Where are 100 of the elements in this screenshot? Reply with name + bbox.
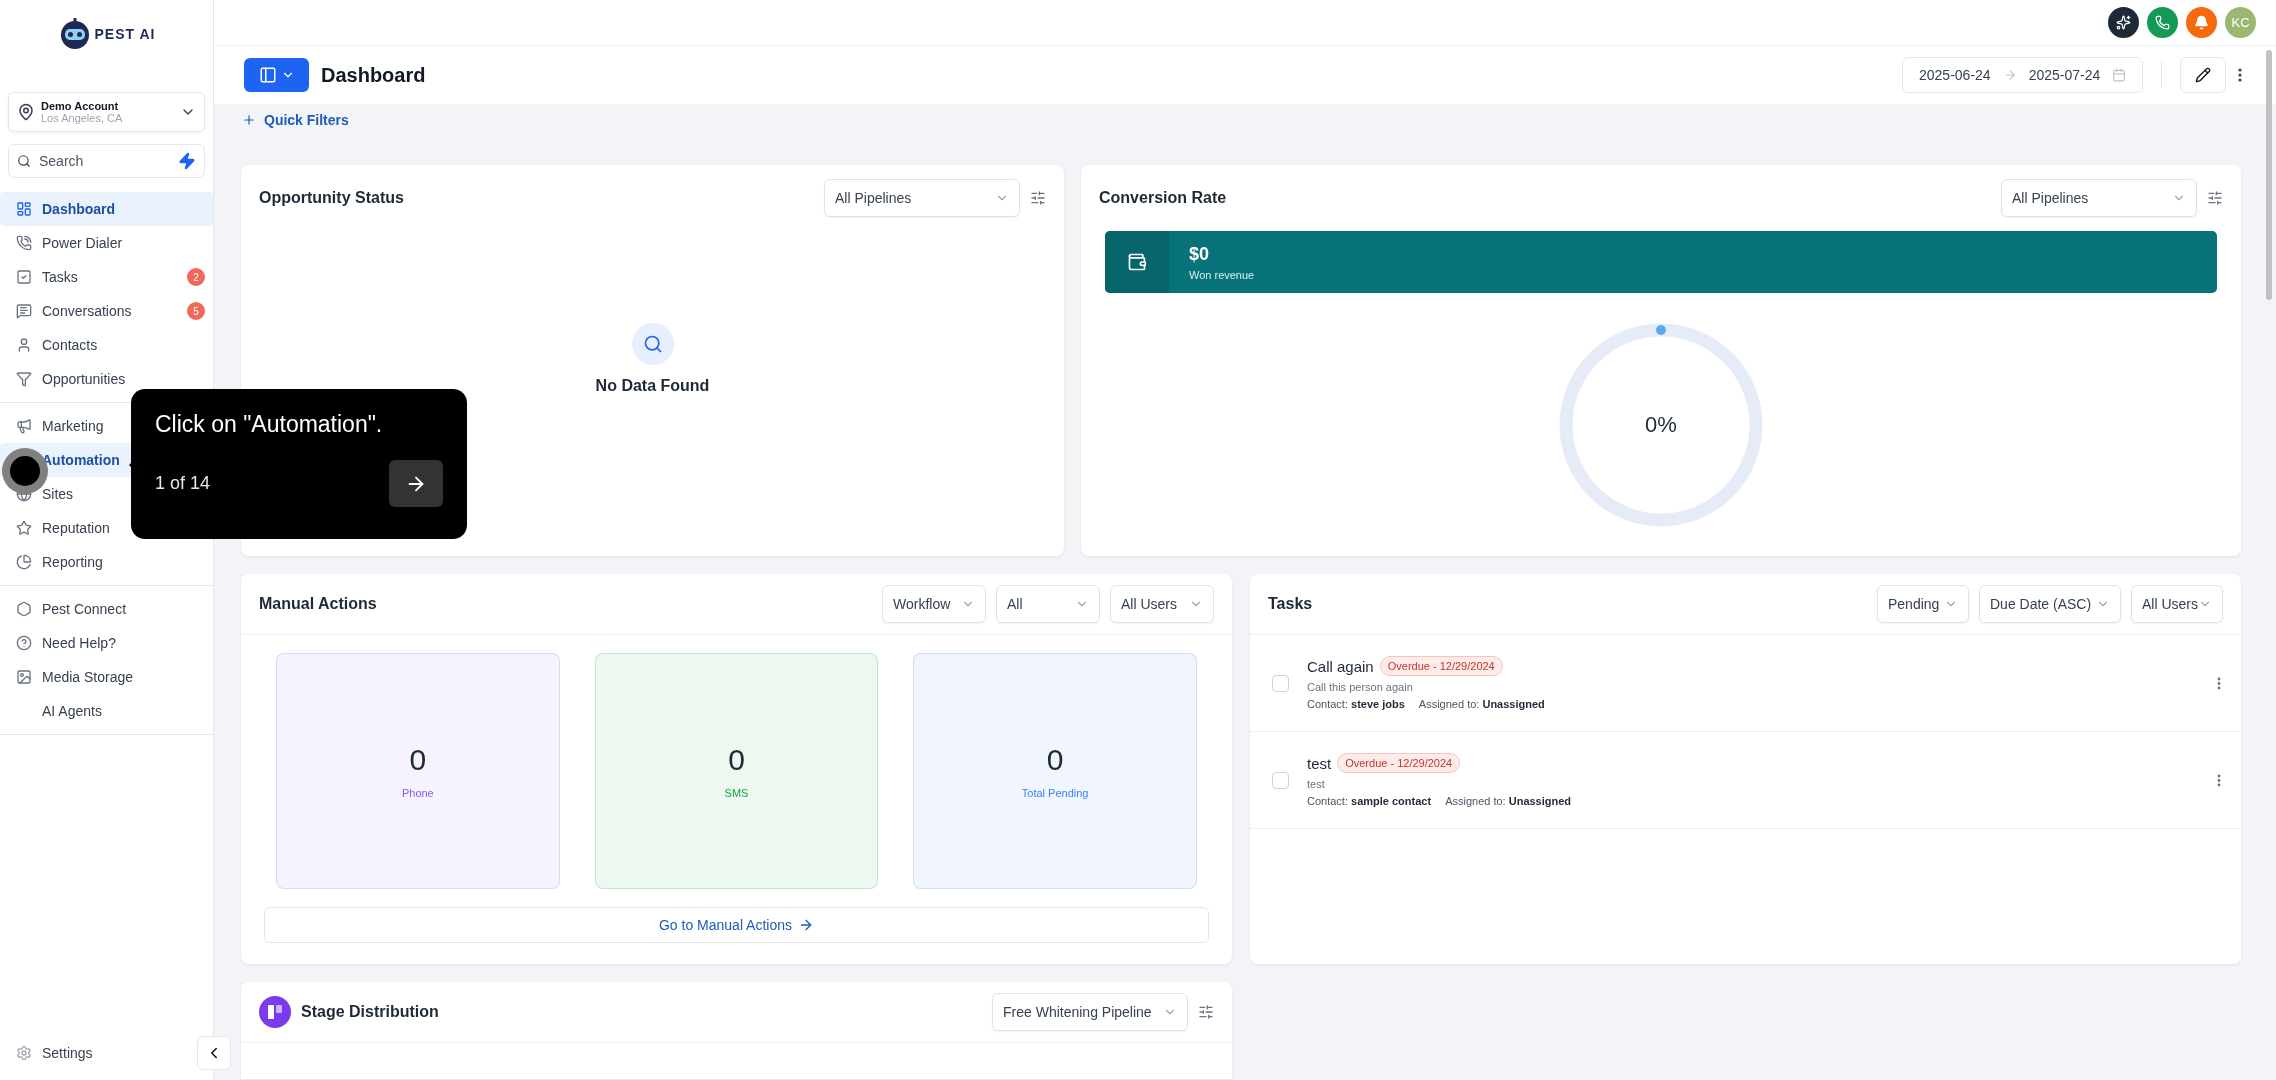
count-badge: 2 bbox=[187, 268, 205, 286]
wallet-icon bbox=[1105, 231, 1169, 293]
card-title: Tasks bbox=[1268, 595, 1314, 613]
page-title: Dashboard bbox=[321, 63, 427, 87]
stat-label: Phone bbox=[401, 787, 434, 799]
sparkle-button[interactable] bbox=[2108, 7, 2139, 38]
tour-message: Click on "Automation". bbox=[155, 411, 384, 438]
help-icon bbox=[16, 635, 32, 651]
empty-message: No Data Found bbox=[595, 376, 710, 395]
nav-item[interactable]: Contacts bbox=[0, 328, 213, 362]
scrollbar-thumb[interactable] bbox=[2266, 50, 2272, 300]
nav-item[interactable]: Conversations 5 bbox=[0, 294, 213, 328]
task-title: test bbox=[1307, 754, 1332, 772]
kebab-icon bbox=[2217, 676, 2221, 690]
image-icon bbox=[16, 669, 32, 685]
layout-icon bbox=[258, 66, 277, 84]
arrow-icon bbox=[2002, 68, 2017, 82]
dropdown[interactable]: All Users bbox=[2131, 585, 2223, 623]
nav-item[interactable]: Settings bbox=[0, 1036, 101, 1070]
sparkle-icon bbox=[2116, 15, 2131, 30]
dropdown[interactable]: All Users bbox=[1110, 585, 1214, 623]
dropdown[interactable]: All Pipelines bbox=[824, 179, 1020, 217]
account-switcher[interactable]: Demo Account Los Angeles, CA bbox=[8, 92, 205, 132]
kebab-icon bbox=[2217, 773, 2221, 787]
stat-value: 0 bbox=[728, 743, 745, 777]
location-pin-icon bbox=[17, 103, 35, 121]
task-description: Call this person again bbox=[1307, 681, 1414, 693]
nav-item[interactable]: Reporting bbox=[0, 545, 213, 579]
task-description: test bbox=[1307, 778, 1326, 790]
nav-item[interactable]: Pest Connect bbox=[0, 592, 213, 626]
board-icon bbox=[259, 996, 291, 1028]
card-title: Manual Actions bbox=[259, 595, 378, 613]
phone-icon bbox=[16, 235, 32, 251]
nav-item[interactable]: Reputation bbox=[0, 511, 213, 545]
nav-item[interactable]: Tasks 2 bbox=[0, 260, 213, 294]
brand-name: PEST AI bbox=[94, 26, 156, 42]
layout-button[interactable] bbox=[244, 58, 309, 92]
hexagon-icon bbox=[16, 601, 32, 617]
phone-button[interactable] bbox=[2147, 7, 2178, 38]
search-field[interactable]: Search bbox=[8, 144, 205, 178]
task-menu-button[interactable] bbox=[2217, 676, 2221, 690]
task-checkbox[interactable] bbox=[1272, 674, 1289, 692]
stat-value: 0 bbox=[1046, 743, 1064, 777]
pencil-icon bbox=[2195, 67, 2211, 83]
task-contact: Contact: sample contact bbox=[1307, 795, 1432, 807]
pie-chart-icon bbox=[16, 554, 32, 570]
dropdown[interactable]: All Pipelines bbox=[2001, 179, 2197, 217]
kebab-icon bbox=[2238, 68, 2242, 82]
person-icon bbox=[16, 337, 32, 353]
percent-value: 0% bbox=[1645, 411, 1677, 438]
next-button[interactable] bbox=[389, 460, 443, 507]
edit-button[interactable] bbox=[2180, 57, 2226, 93]
search-icon bbox=[17, 154, 31, 168]
stat-label: Total Pending bbox=[1021, 787, 1089, 799]
phone-icon bbox=[2155, 15, 2170, 30]
revenue-value: $0 bbox=[1189, 243, 1211, 265]
funnel-icon bbox=[16, 371, 32, 387]
star-icon bbox=[16, 520, 32, 536]
stat-value: 0 bbox=[409, 743, 427, 777]
tour-step: 1 of 14 bbox=[155, 473, 211, 494]
dashboard-icon bbox=[16, 201, 32, 217]
nav-item[interactable]: Opportunities bbox=[0, 362, 213, 396]
task-title: Call again bbox=[1307, 657, 1374, 675]
sliders-icon[interactable] bbox=[1030, 190, 1046, 206]
revenue-label: Won revenue bbox=[1189, 268, 1255, 281]
overdue-badge: Overdue - 12/29/2024 bbox=[1379, 656, 1503, 676]
calendar-icon bbox=[2112, 68, 2127, 82]
task-assignee: Assigned to: Unassigned bbox=[1445, 795, 1572, 807]
quick-filters-button[interactable]: Quick Filters bbox=[242, 112, 349, 128]
plus-icon bbox=[242, 113, 256, 127]
card-title: Opportunity Status bbox=[259, 189, 405, 207]
dropdown[interactable]: Pending bbox=[1877, 585, 1969, 623]
sliders-icon[interactable] bbox=[2207, 190, 2223, 206]
dropdown[interactable]: Due Date (ASC) bbox=[1979, 585, 2121, 623]
task-menu-button[interactable] bbox=[2217, 773, 2221, 787]
message-icon bbox=[16, 303, 32, 319]
dropdown[interactable]: All bbox=[996, 585, 1100, 623]
more-button[interactable] bbox=[2238, 68, 2242, 82]
nav-item[interactable]: AI Agents bbox=[0, 694, 213, 728]
checkbox-icon bbox=[16, 269, 32, 285]
notification-button[interactable] bbox=[2186, 7, 2217, 38]
nav-item[interactable]: Dashboard bbox=[0, 192, 213, 226]
count-badge: 5 bbox=[187, 302, 205, 320]
settings-icon bbox=[16, 1045, 32, 1061]
task-assignee: Assigned to: Unassigned bbox=[1418, 698, 1545, 710]
stat-label: SMS bbox=[724, 787, 749, 799]
bell-icon bbox=[2194, 15, 2209, 30]
nav-item[interactable]: Media Storage bbox=[0, 660, 213, 694]
nav-item[interactable]: Need Help? bbox=[0, 626, 213, 660]
task-checkbox[interactable] bbox=[1272, 771, 1289, 789]
date-range-field[interactable]: 2025-06-24 2025-07-24 bbox=[1902, 57, 2143, 93]
card-title: Conversion Rate bbox=[1099, 189, 1228, 207]
card-title: Stage Distribution bbox=[301, 1003, 440, 1021]
lightning-icon[interactable] bbox=[178, 152, 196, 170]
dropdown[interactable]: Free Whitening Pipeline bbox=[992, 993, 1188, 1031]
sliders-icon[interactable] bbox=[1198, 1004, 1214, 1020]
nav-item[interactable]: Power Dialer bbox=[0, 226, 213, 260]
dropdown[interactable]: Workflow bbox=[882, 585, 986, 623]
manual-actions-link[interactable]: Go to Manual Actions bbox=[264, 907, 1209, 943]
task-contact: Contact: steve jobs bbox=[1307, 698, 1405, 710]
